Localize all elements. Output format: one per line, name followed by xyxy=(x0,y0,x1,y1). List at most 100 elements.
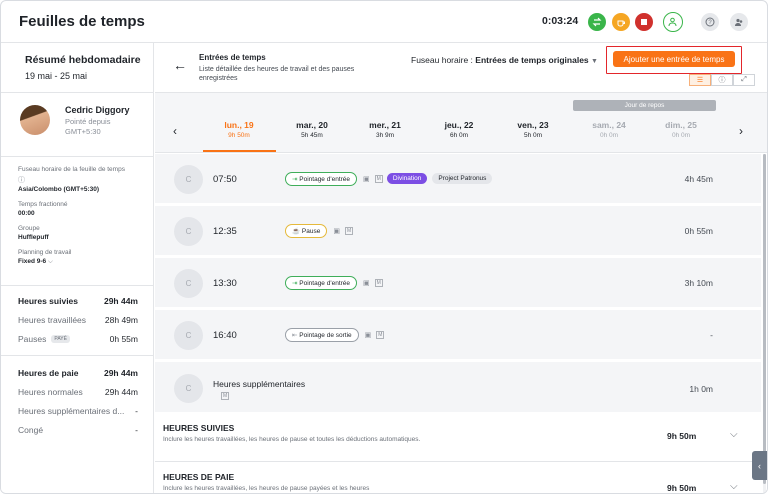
activity-badge: Divination xyxy=(386,173,428,184)
device-icon: ▣ xyxy=(333,227,340,235)
day-tab-sat[interactable]: sam., 24 0h 0m xyxy=(573,120,645,139)
day-tab-mon[interactable]: lun., 19 9h 50m xyxy=(203,120,275,139)
entry-type-label: Pointage d'entrée xyxy=(299,279,351,287)
day-tab-wed[interactable]: mer., 21 3h 9m xyxy=(349,120,421,139)
rest-day-banner: Jour de repos xyxy=(573,100,716,111)
manual-badge: M xyxy=(344,226,354,235)
meta-label: Planning de travail xyxy=(18,249,72,256)
time-entry-row[interactable]: C 12:35 ☕ Pause ▣ M 0h 55m xyxy=(155,206,761,257)
switch-activity-button[interactable] xyxy=(588,13,606,31)
panel-title: Entrées de temps xyxy=(199,53,266,62)
panel-header: ← Entrées de temps Liste détaillée des h… xyxy=(155,43,767,93)
summary-row: Heures suivies 29h 44m xyxy=(18,291,153,310)
total-subtitle: Inclure les heures travaillées, les heur… xyxy=(163,436,421,443)
chevron-down-icon[interactable]: ⌵ xyxy=(730,429,738,440)
day-hours: 0h 0m xyxy=(671,132,691,139)
back-arrow-icon[interactable]: ← xyxy=(173,57,187,73)
info-icon[interactable]: ⓘ xyxy=(18,175,153,185)
day-hours: 0h 0m xyxy=(599,132,619,139)
time-entry-row[interactable]: C 16:40 ⇤ Pointage de sortie ▣ M - xyxy=(155,310,761,361)
summary-row: Heures normales 29h 44m xyxy=(18,382,153,401)
clock-in-icon: ⇥ xyxy=(292,175,298,183)
device-icon: ▣ xyxy=(363,175,370,183)
entry-tags: ⇤ Pointage de sortie ▣ M xyxy=(285,327,388,342)
info-icon: ⓘ xyxy=(718,77,726,84)
swap-icon xyxy=(592,17,602,27)
overtime-row[interactable]: C Heures supplémentaires M 1h 0m xyxy=(155,362,761,414)
list-icon: ☰ xyxy=(696,77,704,84)
list-view-button[interactable]: ☰ xyxy=(689,74,711,86)
summary-row: Heures travaillées 28h 49m xyxy=(18,310,153,329)
meta-value: 00:00 xyxy=(18,210,35,217)
entry-type-label: Pause xyxy=(301,227,321,235)
total-value: 9h 50m xyxy=(667,483,697,493)
avatar xyxy=(20,105,50,135)
prev-week-chevron-icon[interactable]: ‹ xyxy=(173,124,177,138)
avatar: C xyxy=(174,165,203,194)
add-time-entry-button[interactable]: Ajouter une entrée de temps xyxy=(613,51,735,67)
total-value: 9h 50m xyxy=(667,431,697,441)
avatar: C xyxy=(174,269,203,298)
day-name: mar., 20 xyxy=(296,120,328,130)
work-schedule-value: Fixed 9-6 xyxy=(18,258,47,265)
day-tab-thu[interactable]: jeu., 22 6h 0m xyxy=(423,120,495,139)
next-week-chevron-icon[interactable]: › xyxy=(739,124,743,138)
paid-badge: PAYÉ xyxy=(51,335,70,344)
tracked-hours-total[interactable]: HEURES SUIVIES Inclure les heures travai… xyxy=(155,415,761,462)
entry-type-badge: ⇤ Pointage de sortie xyxy=(285,327,359,342)
week-range: 19 mai - 25 mai xyxy=(25,71,88,81)
day-tab-fri[interactable]: ven., 23 5h 0m xyxy=(497,120,569,139)
clock-out-icon: ⇤ xyxy=(292,331,298,339)
week-summary-header: Résumé hebdomadaire 19 mai - 25 mai xyxy=(1,43,153,93)
coffee-icon xyxy=(617,20,625,27)
meta-label: Groupe xyxy=(18,225,40,232)
time-entries-panel: ← Entrées de temps Liste détaillée des h… xyxy=(155,43,767,493)
timezone-label: Fuseau horaire : xyxy=(411,55,473,65)
meta-label: Fuseau horaire de la feuille de temps xyxy=(18,166,125,173)
panel-subtitle: Liste détaillée des heures de travail et… xyxy=(199,66,355,82)
divider xyxy=(1,355,153,356)
summary-label: Heures supplémentaires d... xyxy=(18,405,125,416)
day-tab-tue[interactable]: mar., 20 5h 45m xyxy=(276,120,348,139)
collapse-panel-button[interactable]: ‹ xyxy=(752,451,767,480)
timezone-select[interactable]: Fuseau horaire : Entrées de temps origin… xyxy=(411,55,598,65)
day-hours: 5h 45m xyxy=(301,132,323,139)
break-button[interactable] xyxy=(612,13,630,31)
day-selector: Jour de repos ‹ lun., 19 9h 50m mar., 20 5… xyxy=(155,93,767,153)
manual-badge: M xyxy=(221,392,230,400)
day-name: dim., 25 xyxy=(665,120,697,130)
stop-button[interactable] xyxy=(635,13,653,31)
summary-row: Heures de paie 29h 44m xyxy=(18,363,153,382)
entry-type-badge: ☕ Pause xyxy=(285,223,328,238)
day-name: sam., 24 xyxy=(592,120,626,130)
entry-type-label: Pointage de sortie xyxy=(299,331,352,339)
summary-label: Heures suivies xyxy=(18,295,79,306)
pay-hours-total[interactable]: HEURES DE PAIE Inclure les heures travai… xyxy=(155,463,761,493)
user-status-button[interactable] xyxy=(663,12,683,32)
chevron-down-icon[interactable]: ⌵ xyxy=(730,481,738,492)
summary-label: Heures normales xyxy=(18,386,83,397)
user-check-icon xyxy=(668,17,677,27)
scrollbar-thumb[interactable] xyxy=(763,154,766,484)
info-view-button[interactable]: ⓘ xyxy=(711,74,733,86)
active-day-underline xyxy=(203,150,276,152)
summary-value: 29h 44m xyxy=(103,367,138,378)
page-title: Feuilles de temps xyxy=(19,13,145,30)
summary-value: 28h 49m xyxy=(104,314,138,325)
total-subtitle: Inclure les heures travaillées, les heur… xyxy=(163,485,370,492)
view-toggle: ☰ ⓘ ⤢ xyxy=(689,74,755,86)
scrollbar[interactable] xyxy=(763,154,766,493)
stop-icon xyxy=(641,19,647,25)
time-entry-row[interactable]: C 07:50 ⇥ Pointage d'entrée ▣ M Divinati… xyxy=(155,154,761,205)
people-button[interactable] xyxy=(730,13,748,31)
day-tab-sun[interactable]: dim., 25 0h 0m xyxy=(645,120,717,139)
help-button[interactable]: ? xyxy=(701,13,719,31)
time-entry-row[interactable]: C 13:30 ⇥ Pointage d'entrée ▣ M 3h 10m xyxy=(155,258,761,309)
expand-view-button[interactable]: ⤢ xyxy=(733,74,755,86)
device-icon: ▣ xyxy=(363,279,370,287)
summary-value: - xyxy=(135,405,138,416)
time-entries-list: C 07:50 ⇥ Pointage d'entrée ▣ M Divinati… xyxy=(155,154,761,493)
work-schedule-select[interactable]: Fixed 9-6 ⌵ xyxy=(18,258,153,266)
summary-value: 29h 44m xyxy=(104,386,138,397)
total-title: HEURES DE PAIE xyxy=(163,472,235,482)
